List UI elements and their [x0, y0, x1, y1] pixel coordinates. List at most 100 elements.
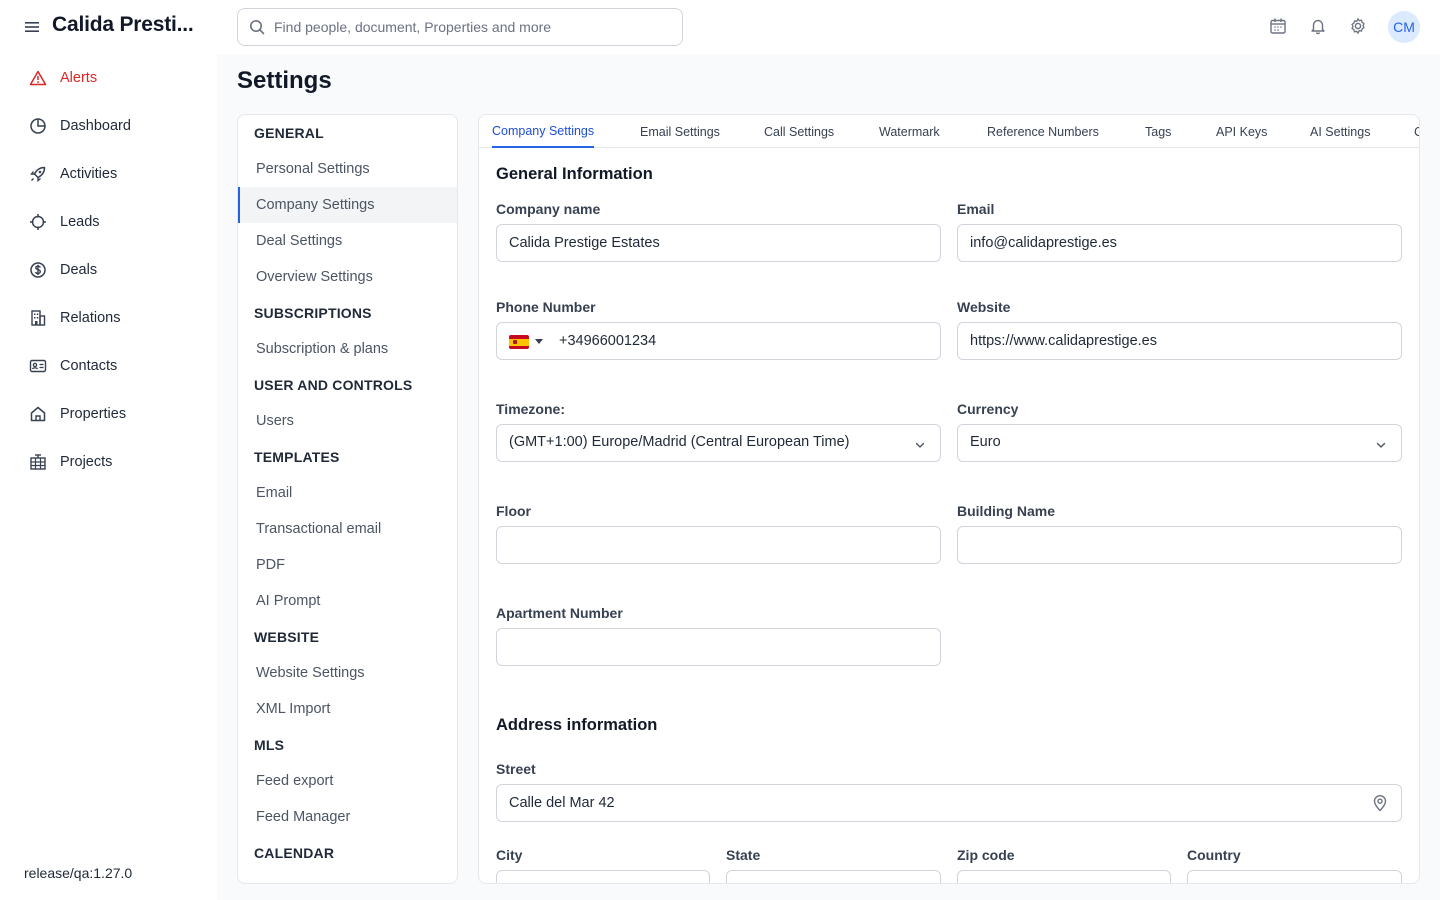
- email-input[interactable]: [970, 225, 1390, 261]
- chevron-down-icon: [1375, 438, 1387, 456]
- submenu-item-company-settings[interactable]: Company Settings: [238, 187, 457, 223]
- settings-submenu: GENERAL Personal Settings Company Settin…: [237, 114, 458, 884]
- street-input[interactable]: [509, 785, 1349, 821]
- city-icon: [28, 452, 48, 472]
- submenu-item-feed-export[interactable]: Feed export: [238, 763, 457, 799]
- settings-tabs: Company Settings Email Settings Call Set…: [479, 115, 1419, 148]
- country-label: Country: [1187, 847, 1241, 863]
- nav-item-properties[interactable]: Properties: [28, 402, 126, 426]
- currency-select[interactable]: Euro: [957, 424, 1402, 462]
- nav-item-label: Activities: [60, 166, 118, 182]
- building-name-input[interactable]: [970, 527, 1390, 563]
- city-label: City: [496, 847, 523, 863]
- timezone-value: (GMT+1:00) Europe/Madrid (Central Europe…: [509, 434, 850, 450]
- nav-item-label: Contacts: [60, 358, 118, 374]
- submenu-item-feed-manager[interactable]: Feed Manager: [238, 799, 457, 835]
- website-label: Website: [957, 299, 1011, 315]
- tab-overflow[interactable]: C: [1414, 115, 1419, 148]
- search-input[interactable]: [274, 9, 674, 45]
- nav-item-contacts[interactable]: Contacts: [28, 354, 117, 378]
- apartment-number-input[interactable]: [509, 629, 929, 665]
- nav-item-deals[interactable]: Deals: [28, 258, 97, 282]
- submenu-item-website-settings[interactable]: Website Settings: [238, 655, 457, 691]
- submenu-item-personal-settings[interactable]: Personal Settings: [238, 151, 457, 187]
- spain-flag-icon[interactable]: [509, 335, 529, 349]
- submenu-item-xml-import[interactable]: XML Import: [238, 691, 457, 727]
- timezone-label: Timezone:: [496, 401, 565, 417]
- user-avatar[interactable]: CM: [1388, 11, 1420, 43]
- bell-icon[interactable]: [1308, 16, 1328, 36]
- pie-chart-icon: [28, 116, 48, 136]
- street-label: Street: [496, 761, 536, 777]
- tab-tags[interactable]: Tags: [1145, 115, 1171, 148]
- company-name-input[interactable]: [509, 225, 929, 261]
- nav-item-dashboard[interactable]: Dashboard: [28, 114, 131, 138]
- chevron-down-icon: [914, 438, 926, 456]
- alert-triangle-icon: [28, 68, 48, 88]
- nav-item-relations[interactable]: Relations: [28, 306, 120, 330]
- nav-item-alerts[interactable]: Alerts: [28, 66, 97, 90]
- tab-reference-numbers[interactable]: Reference Numbers: [987, 115, 1099, 148]
- phone-input[interactable]: [559, 323, 929, 359]
- timezone-select[interactable]: (GMT+1:00) Europe/Madrid (Central Europe…: [496, 424, 941, 462]
- country-dropdown-caret-icon[interactable]: [535, 339, 543, 344]
- nav-item-leads[interactable]: Leads: [28, 210, 100, 234]
- nav-item-label: Relations: [60, 310, 121, 326]
- floor-field[interactable]: [496, 526, 941, 564]
- email-label: Email: [957, 201, 995, 217]
- rocket-icon: [28, 164, 48, 184]
- country-field[interactable]: [1187, 870, 1402, 883]
- submenu-item-subscription-plans[interactable]: Subscription & plans: [238, 331, 457, 367]
- submenu-heading-website: WEBSITE: [254, 629, 320, 645]
- website-input[interactable]: [970, 323, 1390, 359]
- gear-icon[interactable]: [1348, 16, 1368, 36]
- tab-email-settings[interactable]: Email Settings: [640, 115, 720, 148]
- submenu-item-transactional-email[interactable]: Transactional email: [238, 511, 457, 547]
- nav-item-label: Properties: [60, 406, 127, 422]
- submenu-item-email[interactable]: Email: [238, 475, 457, 511]
- tab-company-settings[interactable]: Company Settings: [492, 115, 595, 148]
- tab-call-settings[interactable]: Call Settings: [764, 115, 834, 148]
- nav-item-label: Projects: [60, 454, 113, 470]
- dollar-icon: [28, 260, 48, 280]
- company-name-field[interactable]: [496, 224, 941, 262]
- phone-label: Phone Number: [496, 299, 596, 315]
- app-title: Calida Presti...: [52, 13, 194, 36]
- state-field[interactable]: [726, 870, 941, 883]
- tab-ai-settings[interactable]: AI Settings: [1310, 115, 1370, 148]
- submenu-heading-general: GENERAL: [254, 125, 324, 141]
- phone-field[interactable]: [496, 322, 941, 360]
- submenu-item-deal-settings[interactable]: Deal Settings: [238, 223, 457, 259]
- floor-label: Floor: [496, 503, 531, 519]
- zip-code-label: Zip code: [957, 847, 1015, 863]
- website-field[interactable]: [957, 322, 1402, 360]
- floor-input[interactable]: [509, 527, 929, 563]
- location-pin-icon[interactable]: [1371, 794, 1389, 817]
- nav-item-activities[interactable]: Activities: [28, 162, 117, 186]
- hamburger-menu-icon[interactable]: [20, 15, 44, 39]
- email-field[interactable]: [957, 224, 1402, 262]
- calendar-icon[interactable]: [1268, 16, 1288, 36]
- city-field[interactable]: [496, 870, 710, 883]
- submenu-item-overview-settings[interactable]: Overview Settings: [238, 259, 457, 295]
- general-information-title: General Information: [496, 165, 653, 183]
- nav-item-projects[interactable]: Projects: [28, 450, 112, 474]
- submenu-heading-templates: TEMPLATES: [254, 449, 340, 465]
- street-field[interactable]: [496, 784, 1402, 822]
- submenu-item-users[interactable]: Users: [238, 403, 457, 439]
- release-version: release/qa:1.27.0: [24, 865, 133, 881]
- company-name-label: Company name: [496, 201, 601, 217]
- global-search[interactable]: [237, 8, 683, 46]
- page-title: Settings: [237, 67, 332, 94]
- submenu-item-pdf[interactable]: PDF: [238, 547, 457, 583]
- apartment-number-field[interactable]: [496, 628, 941, 666]
- submenu-heading-user-controls: USER AND CONTROLS: [254, 377, 413, 393]
- nav-item-label: Leads: [60, 214, 100, 230]
- building-name-field[interactable]: [957, 526, 1402, 564]
- tab-api-keys[interactable]: API Keys: [1216, 115, 1267, 148]
- submenu-heading-calendar: CALENDAR: [254, 845, 335, 861]
- submenu-item-ai-prompt[interactable]: AI Prompt: [238, 583, 457, 619]
- zip-code-field[interactable]: [957, 870, 1171, 883]
- nav-item-label: Alerts: [60, 70, 98, 86]
- tab-watermark[interactable]: Watermark: [879, 115, 940, 148]
